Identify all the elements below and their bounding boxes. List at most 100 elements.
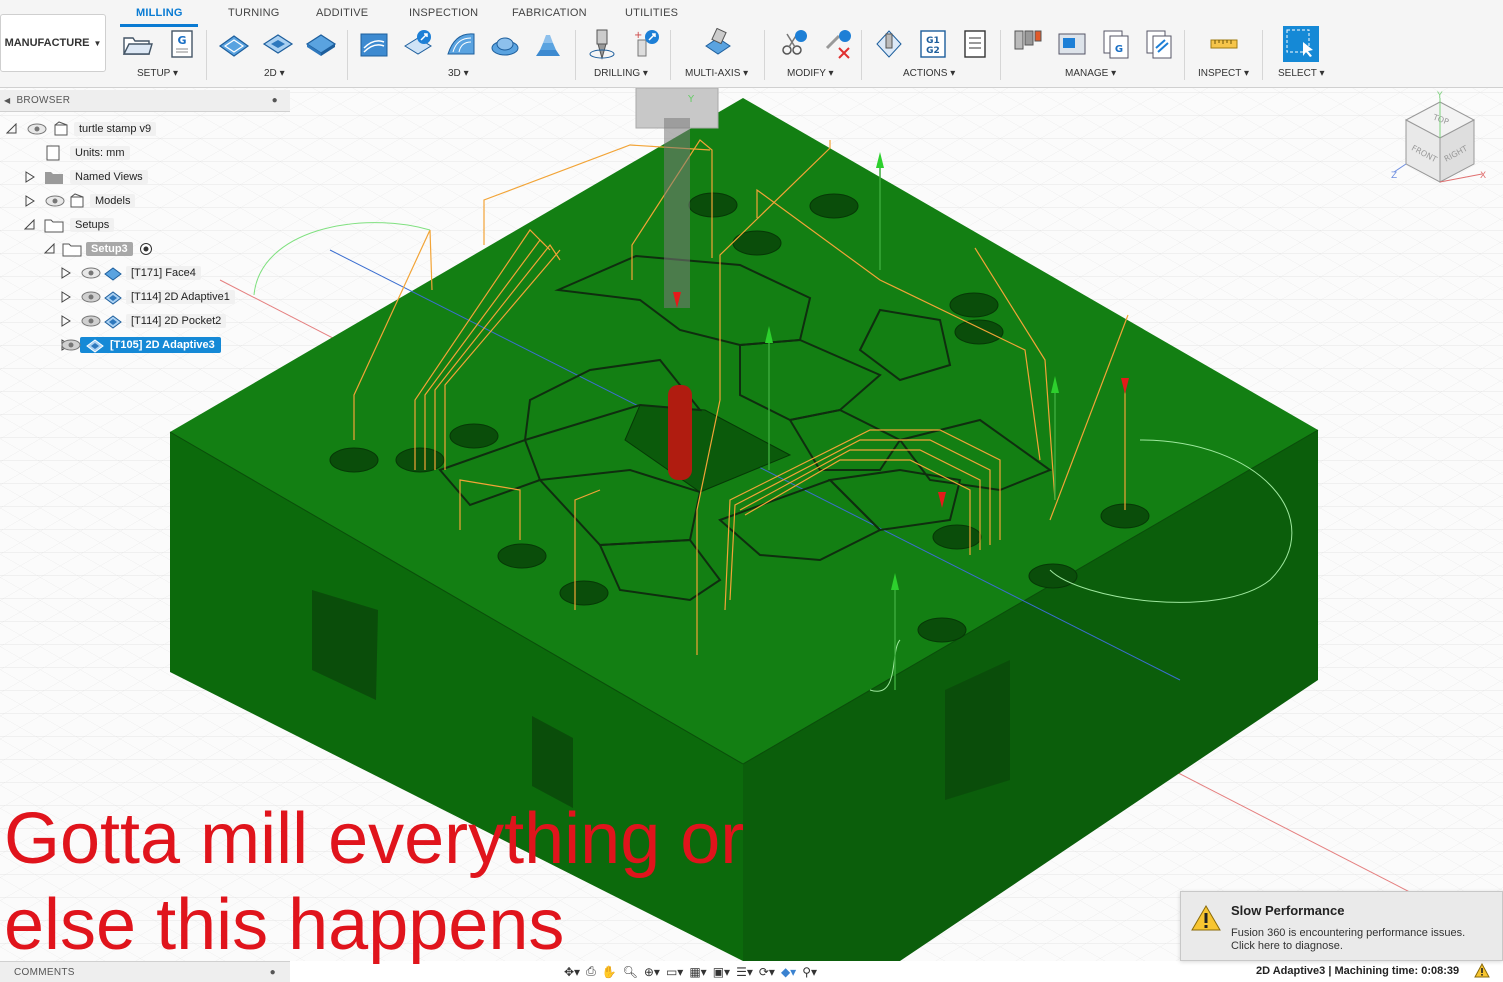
tool-library-icon[interactable] <box>1012 28 1044 60</box>
2d-adaptive-icon[interactable] <box>218 28 250 60</box>
3d-group-label[interactable]: 3D ▾ <box>448 68 469 79</box>
3d-pocket-clearing-icon[interactable] <box>402 28 434 60</box>
tree-item-label: Setup3 <box>86 242 133 256</box>
3d-contour-icon[interactable] <box>532 28 564 60</box>
collapsed-triangle-icon[interactable] <box>60 291 72 303</box>
3d-steep-shallow-icon[interactable] <box>445 28 477 60</box>
tree-item-models[interactable]: Models <box>24 191 136 211</box>
tree-item-operation[interactable]: [T171] Face4 <box>60 263 201 283</box>
collapsed-triangle-icon[interactable] <box>24 171 36 183</box>
comments-pin-icon[interactable]: ● <box>270 967 276 978</box>
folder-icon <box>45 172 63 184</box>
machine-library-icon[interactable] <box>1056 28 1088 60</box>
inspect-group-label[interactable]: INSPECT ▾ <box>1198 68 1249 79</box>
setup-group-label[interactable]: SETUP ▾ <box>137 68 178 79</box>
actions-group-label[interactable]: ACTIONS ▾ <box>903 68 955 79</box>
effects-icon[interactable]: ⟳▾ <box>757 965 777 979</box>
post-process-icon[interactable]: G1 G2 <box>917 28 949 60</box>
group-divider <box>670 30 671 80</box>
group-divider <box>206 30 207 80</box>
viewcube[interactable]: TOP FRONT RIGHT Y X Z <box>1390 90 1490 190</box>
operation-status: 2D Adaptive3 | Machining time: 0:08:39 <box>1256 965 1460 977</box>
tree-item-label: turtle stamp v9 <box>74 122 157 136</box>
manage-group-label[interactable]: MANAGE ▾ <box>1065 68 1116 79</box>
fit-icon[interactable]: ⊕▾ <box>642 965 662 979</box>
tab-utilities[interactable]: UTILITIES <box>625 7 678 19</box>
status-warning-icon[interactable] <box>1474 963 1490 979</box>
group-divider <box>1184 30 1185 80</box>
simulate-icon[interactable] <box>873 28 905 60</box>
multi-axis-group-label[interactable]: MULTI-AXIS ▾ <box>685 68 748 79</box>
3d-scallop-icon[interactable] <box>489 28 521 60</box>
tree-item-units[interactable]: Units: mm <box>44 143 130 163</box>
zoom-icon[interactable]: 🔍︎ <box>621 965 640 979</box>
tree-item-label: [T114] 2D Adaptive1 <box>126 290 235 304</box>
group-divider <box>347 30 348 80</box>
viewports-icon[interactable]: ▣▾ <box>711 965 732 979</box>
2d-group-label[interactable]: 2D ▾ <box>264 68 285 79</box>
eye-icon[interactable] <box>44 194 66 208</box>
tree-item-operation[interactable]: [T114] 2D Adaptive1 <box>60 287 235 307</box>
tab-fabrication[interactable]: FABRICATION <box>512 7 587 19</box>
eye-icon[interactable] <box>26 122 48 136</box>
tab-inspection[interactable]: INSPECTION <box>409 7 478 19</box>
eye-icon[interactable] <box>80 290 102 304</box>
3d-adaptive-clearing-icon[interactable] <box>358 28 390 60</box>
measure-icon[interactable] <box>1208 28 1240 60</box>
expanded-triangle-icon[interactable] <box>44 243 56 255</box>
post-library-icon[interactable]: G <box>1100 28 1132 60</box>
collapsed-triangle-icon[interactable] <box>60 267 72 279</box>
eye-icon[interactable] <box>80 266 102 280</box>
tree-item-operation-selected[interactable]: [T105] 2D Adaptive3 <box>60 335 221 355</box>
modify-group-label[interactable]: MODIFY ▾ <box>787 68 834 79</box>
notification-message: Fusion 360 is encountering performance i… <box>1231 927 1466 939</box>
tree-item-document[interactable]: turtle stamp v9 <box>6 119 157 139</box>
tab-turning[interactable]: TURNING <box>228 7 280 19</box>
tab-milling[interactable]: MILLING <box>136 7 183 19</box>
orbit-icon[interactable]: ✥▾ <box>562 965 582 979</box>
workspace-switcher-button[interactable]: MANUFACTURE ▼ <box>0 14 106 72</box>
2d-pocket-icon[interactable] <box>262 28 294 60</box>
navigation-bar: ✥▾ ⎙ ✋ 🔍︎ ⊕▾ ▭▾ ▦▾ ▣▾ ☰▾ ⟳▾ ◆▾ ⚲▾ <box>562 961 924 982</box>
select-icon[interactable] <box>1283 26 1319 62</box>
diagnose-link[interactable]: Click here to diagnose. <box>1231 940 1491 953</box>
2d-face-icon[interactable] <box>305 28 337 60</box>
collapse-arrow-icon[interactable]: ◀ <box>4 96 10 105</box>
tree-item-operation[interactable]: [T114] 2D Pocket2 <box>60 311 227 331</box>
template-library-icon[interactable] <box>1143 28 1175 60</box>
object-visibility-icon[interactable]: ◆▾ <box>779 965 798 979</box>
comments-panel-header[interactable]: COMMENTS ● <box>0 961 290 982</box>
browser-header[interactable]: ◀ BROWSER ● <box>0 90 290 112</box>
drilling-group-label[interactable]: DRILLING ▾ <box>594 68 648 79</box>
tree-item-setup3[interactable]: Setup3 <box>44 239 153 259</box>
document-icon <box>46 145 60 161</box>
expanded-triangle-icon[interactable] <box>24 219 36 231</box>
delete-icon[interactable] <box>821 28 853 60</box>
browser-pin-icon[interactable]: ● <box>272 95 278 106</box>
slow-performance-notification[interactable]: Slow Performance Fusion 360 is encounter… <box>1180 891 1503 961</box>
setup-folder-icon[interactable] <box>121 28 153 60</box>
nc-program-icon[interactable]: G <box>166 28 198 60</box>
eye-icon[interactable] <box>60 338 82 352</box>
tab-additive[interactable]: ADDITIVE <box>316 7 368 19</box>
pan-icon[interactable]: ✋ <box>600 965 619 979</box>
collapsed-triangle-icon[interactable] <box>60 315 72 327</box>
eye-icon[interactable] <box>80 314 102 328</box>
camera-icon[interactable]: ⚲▾ <box>800 965 819 979</box>
select-group-label[interactable]: SELECT ▾ <box>1278 68 1325 79</box>
tree-item-setups[interactable]: Setups <box>24 215 115 235</box>
tree-item-named-views[interactable]: Named Views <box>24 167 148 187</box>
active-setup-radio-icon[interactable] <box>139 242 153 256</box>
multi-axis-icon[interactable] <box>702 27 734 60</box>
display-settings-icon[interactable]: ▭▾ <box>664 965 685 979</box>
hole-recognition-icon[interactable]: + <box>630 28 662 60</box>
setup-sheet-icon[interactable] <box>959 28 991 60</box>
look-at-icon[interactable]: ⎙ <box>584 964 598 979</box>
expanded-triangle-icon[interactable] <box>6 123 18 135</box>
cut-icon[interactable] <box>777 28 809 60</box>
collapsed-triangle-icon[interactable] <box>24 195 36 207</box>
drill-icon[interactable] <box>586 28 618 60</box>
environment-icon[interactable]: ☰▾ <box>734 965 755 979</box>
grid-icon[interactable]: ▦▾ <box>687 965 708 979</box>
group-divider <box>1262 30 1263 80</box>
